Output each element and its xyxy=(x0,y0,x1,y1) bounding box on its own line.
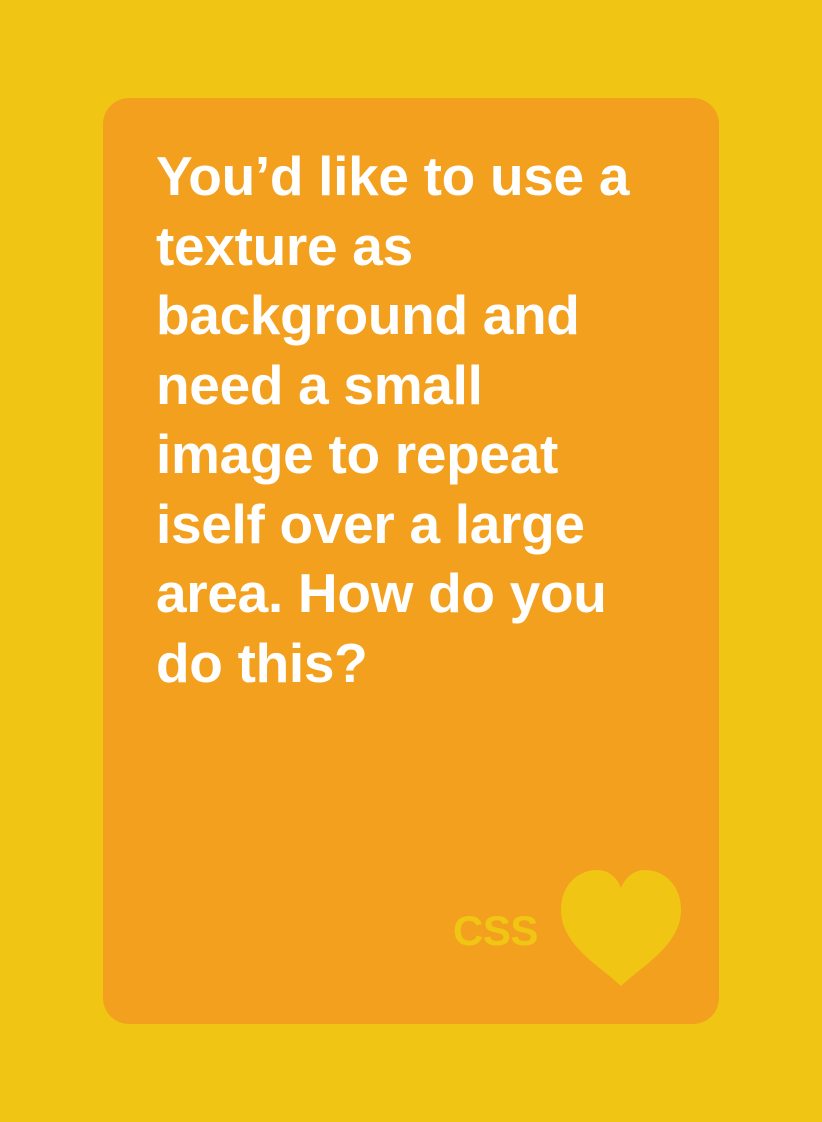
question-text: You’d like to use a texture as backgroun… xyxy=(156,142,696,698)
brand-label: CSS xyxy=(453,907,538,954)
question-line: image to repeat xyxy=(156,423,559,485)
question-line: background and xyxy=(156,284,580,346)
question-card: You’d like to use a texture as backgroun… xyxy=(103,98,719,1024)
question-line: You’d like to use a xyxy=(156,145,630,207)
css-heart-logo: CSS xyxy=(453,868,693,988)
question-line: area. How do you xyxy=(156,562,607,624)
heart-icon xyxy=(561,870,681,986)
question-line: need a small xyxy=(156,353,483,416)
question-line: do this? xyxy=(156,631,368,694)
question-line: texture as xyxy=(156,214,413,277)
question-line: iself over a large xyxy=(156,492,585,555)
